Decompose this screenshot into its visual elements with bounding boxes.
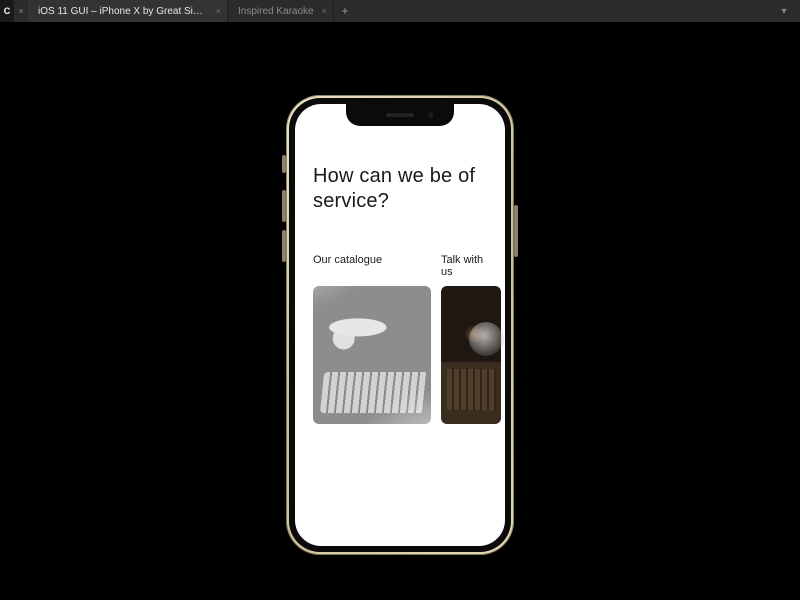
chevron-down-icon: ▾ [781, 6, 786, 17]
card-label-talk[interactable]: Talk with us [441, 254, 487, 278]
window-tabbar: C × iOS 11 GUI – iPhone X by Great Simp.… [0, 0, 800, 22]
app-badge: C [0, 0, 14, 22]
side-button [514, 205, 518, 257]
tab-inspired-karaoke[interactable]: Inspired Karaoke × [228, 0, 334, 22]
card-talk-with-us[interactable] [441, 286, 501, 424]
notch [346, 104, 454, 126]
close-icon[interactable]: × [216, 6, 221, 16]
plus-icon: + [341, 4, 348, 18]
close-icon[interactable]: × [14, 0, 28, 22]
page-title: How can we be of service? [313, 164, 487, 214]
classic-car-image [313, 286, 431, 424]
cards-row[interactable] [313, 286, 487, 424]
tabs-overflow-button[interactable]: ▾ [774, 0, 794, 22]
tab-ios-gui[interactable]: iOS 11 GUI – iPhone X by Great Simp... × [28, 0, 228, 22]
tab-label: Inspired Karaoke [238, 6, 314, 17]
card-our-catalogue[interactable] [313, 286, 431, 424]
new-tab-button[interactable]: + [334, 0, 356, 22]
card-label-catalogue[interactable]: Our catalogue [313, 254, 423, 278]
iphone-x-mockup: How can we be of service? Our catalogue … [286, 95, 514, 555]
close-icon[interactable]: × [322, 6, 327, 16]
camera-icon [428, 112, 434, 118]
tab-label: iOS 11 GUI – iPhone X by Great Simp... [38, 6, 208, 17]
canvas-stage[interactable]: How can we be of service? Our catalogue … [0, 22, 800, 600]
phone-screen: How can we be of service? Our catalogue … [295, 104, 505, 546]
speaker-icon [386, 113, 414, 117]
app-content: How can we be of service? Our catalogue … [295, 104, 505, 546]
workshop-image [441, 286, 501, 424]
card-labels-row: Our catalogue Talk with us [313, 254, 487, 278]
